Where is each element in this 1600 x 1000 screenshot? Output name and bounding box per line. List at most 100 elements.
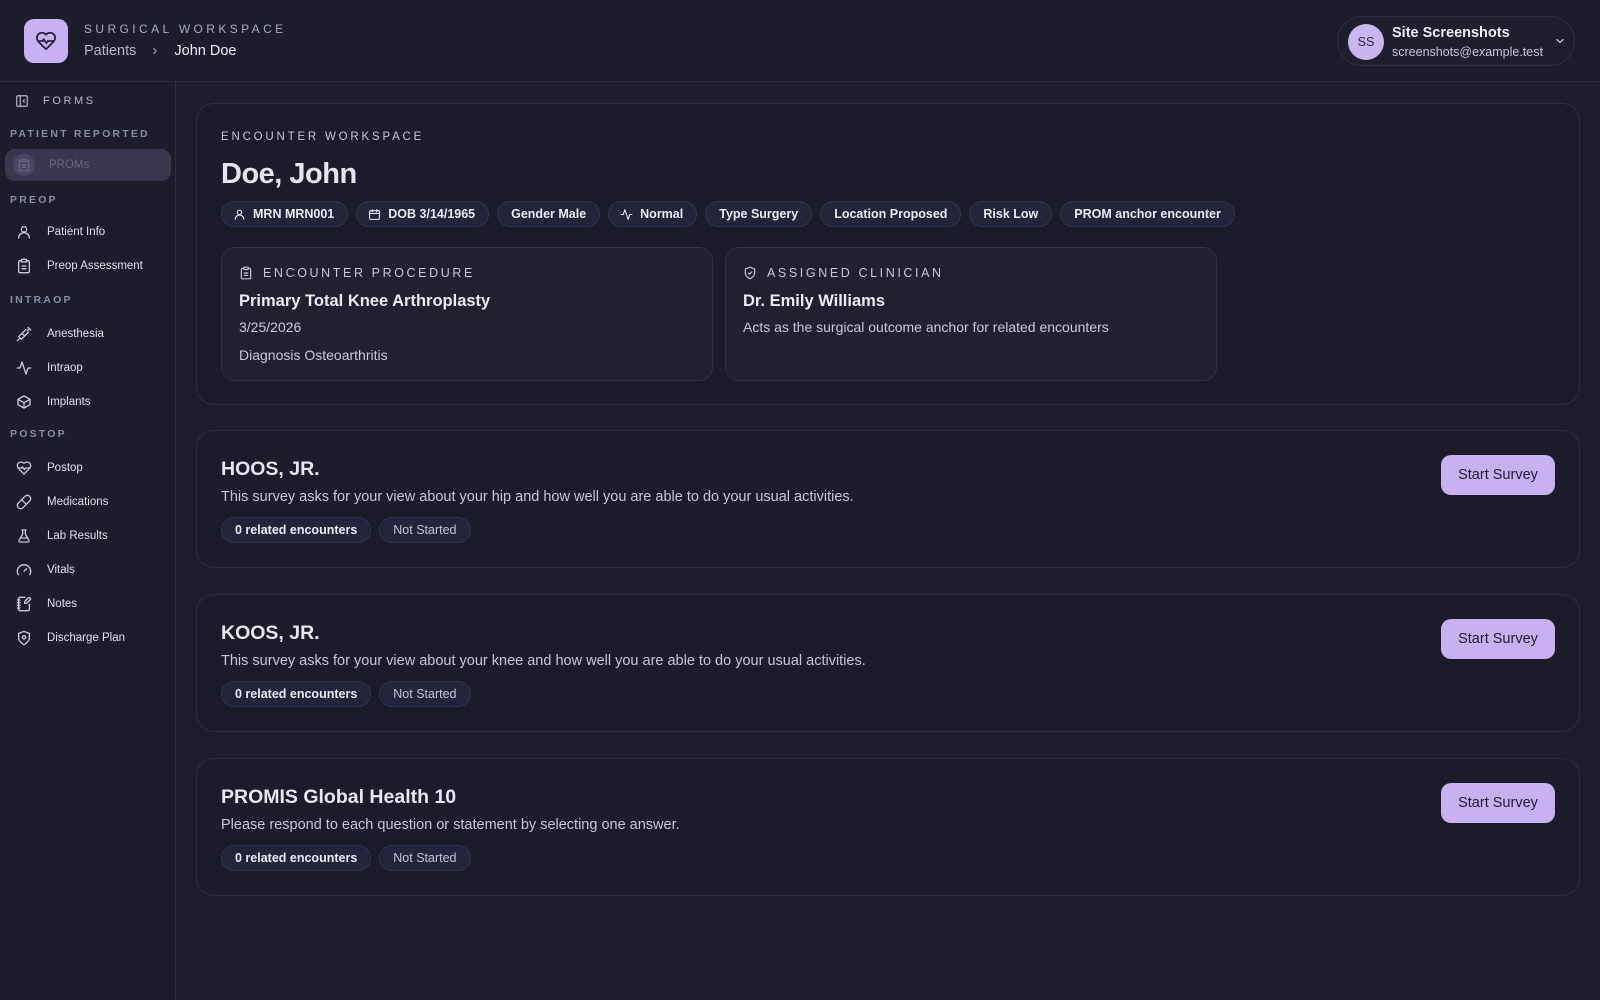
sidebar-item-intraop[interactable]: Intraop bbox=[5, 352, 171, 384]
pill-icon bbox=[15, 493, 33, 511]
dob-chip: DOB 3/14/1965 bbox=[356, 201, 490, 227]
heart-pulse-icon bbox=[35, 31, 57, 51]
user-name: Site Screenshots bbox=[1392, 25, 1510, 41]
sidebar-item-medications[interactable]: Medications bbox=[5, 486, 171, 518]
sidebar-item-lab-results[interactable]: Lab Results bbox=[5, 520, 171, 552]
type-chip: Type Surgery bbox=[705, 201, 813, 227]
sidebar-item-patient-info[interactable]: Patient Info bbox=[5, 216, 171, 248]
encounter-card: ENCOUNTER WORKSPACE Doe, John MRN MRN001… bbox=[196, 103, 1580, 405]
clinician-card: ASSIGNED CLINICIAN Dr. Emily Williams Ac… bbox=[725, 247, 1217, 381]
survey-card-koos: KOOS, JR. This survey asks for your view… bbox=[196, 594, 1580, 732]
app-eyebrow: SURGICAL WORKSPACE bbox=[84, 22, 287, 36]
risk-chip: Risk Low bbox=[969, 201, 1053, 227]
survey-description: This survey asks for your view about you… bbox=[221, 653, 866, 669]
sidebar-item-label: Medications bbox=[47, 496, 109, 508]
chevron-right-icon bbox=[150, 46, 160, 56]
survey-chips: 0 related encounters Not Started bbox=[221, 845, 471, 871]
box-icon bbox=[15, 393, 33, 411]
flask-icon bbox=[15, 527, 33, 545]
user-email: screenshots@example.test bbox=[1392, 45, 1543, 59]
survey-status-chip: Not Started bbox=[379, 845, 471, 871]
sidebar-item-label: Postop bbox=[47, 462, 83, 474]
sidebar-item-label: Implants bbox=[47, 396, 91, 408]
survey-title: PROMIS Global Health 10 bbox=[221, 786, 457, 808]
procedure-diagnosis: Diagnosis Osteoarthritis bbox=[239, 347, 388, 363]
sidebar-item-postop[interactable]: Postop bbox=[5, 452, 171, 484]
start-survey-button[interactable]: Start Survey bbox=[1441, 783, 1555, 823]
survey-card-promis: PROMIS Global Health 10 Please respond t… bbox=[196, 758, 1580, 896]
survey-title: KOOS, JR. bbox=[221, 622, 320, 644]
survey-description: Please respond to each question or state… bbox=[221, 817, 680, 833]
breadcrumb-current: John Doe bbox=[174, 43, 237, 59]
app-header: SURGICAL WORKSPACE Patients John Doe SS … bbox=[0, 0, 1600, 82]
notebook-icon bbox=[15, 595, 33, 613]
breadcrumb: Patients John Doe bbox=[84, 43, 236, 59]
clipboard-icon bbox=[15, 257, 33, 275]
user-menu-button[interactable]: SS Site Screenshots screenshots@example.… bbox=[1337, 16, 1575, 66]
shield-check-icon bbox=[743, 266, 757, 280]
avatar: SS bbox=[1348, 24, 1384, 60]
sidebar-item-label: Discharge Plan bbox=[47, 632, 125, 644]
survey-status-chip: Not Started bbox=[379, 517, 471, 543]
survey-chips: 0 related encounters Not Started bbox=[221, 681, 471, 707]
survey-status-chip: Not Started bbox=[379, 681, 471, 707]
clipboard-icon bbox=[13, 154, 35, 176]
patient-name: Doe, John bbox=[221, 158, 357, 190]
procedure-eyebrow-label: ENCOUNTER PROCEDURE bbox=[263, 266, 475, 280]
sidebar-item-notes[interactable]: Notes bbox=[5, 588, 171, 620]
syringe-icon bbox=[15, 325, 33, 343]
sidebar-section-intraop: INTRAOP bbox=[10, 294, 73, 306]
start-survey-button[interactable]: Start Survey bbox=[1441, 455, 1555, 495]
start-survey-button[interactable]: Start Survey bbox=[1441, 619, 1555, 659]
sidebar-section-preop: PREOP bbox=[10, 194, 58, 206]
related-encounters-chip: 0 related encounters bbox=[221, 517, 372, 543]
chevron-down-icon bbox=[1554, 35, 1566, 47]
sidebar-item-implants[interactable]: Implants bbox=[5, 386, 171, 418]
clipboard-icon bbox=[239, 266, 253, 280]
sidebar-item-label: PROMs bbox=[49, 159, 90, 171]
prom-anchor-chip: PROM anchor encounter bbox=[1060, 201, 1235, 227]
sidebar-item-label: Lab Results bbox=[47, 530, 108, 542]
survey-description: This survey asks for your view about you… bbox=[221, 489, 854, 505]
sidebar-item-proms[interactable]: PROMs bbox=[5, 149, 171, 181]
mrn-value: MRN MRN001 bbox=[253, 207, 335, 221]
sidebar-item-discharge-plan[interactable]: Discharge Plan bbox=[5, 622, 171, 654]
procedure-eyebrow: ENCOUNTER PROCEDURE bbox=[239, 266, 475, 280]
sidebar-item-label: Anesthesia bbox=[47, 328, 104, 340]
survey-title: HOOS, JR. bbox=[221, 458, 320, 480]
location-chip: Location Proposed bbox=[820, 201, 962, 227]
mrn-chip: MRN MRN001 bbox=[221, 201, 349, 227]
procedure-title: Primary Total Knee Arthroplasty bbox=[239, 292, 491, 310]
breadcrumb-patients-link[interactable]: Patients bbox=[84, 43, 136, 59]
clinician-note: Acts as the surgical outcome anchor for … bbox=[743, 319, 1109, 335]
sidebar: FORMS PATIENT REPORTED PROMs PREOP Patie… bbox=[0, 82, 176, 1000]
user-icon bbox=[15, 223, 33, 241]
encounter-chips: MRN MRN001 DOB 3/14/1965 Gender Male Nor… bbox=[221, 201, 1235, 227]
sidebar-toggle-button[interactable]: FORMS bbox=[15, 94, 96, 108]
sidebar-item-label: Vitals bbox=[47, 564, 75, 576]
sidebar-item-preop-assessment[interactable]: Preop Assessment bbox=[5, 250, 171, 282]
sidebar-toggle-label: FORMS bbox=[43, 95, 96, 107]
survey-card-hoos: HOOS, JR. This survey asks for your view… bbox=[196, 430, 1580, 568]
encounter-eyebrow: ENCOUNTER WORKSPACE bbox=[221, 131, 425, 143]
clinician-name: Dr. Emily Williams bbox=[743, 292, 885, 310]
app-logo[interactable] bbox=[24, 19, 68, 63]
sidebar-section-postop: POSTOP bbox=[10, 428, 67, 440]
activity-icon bbox=[620, 208, 633, 221]
gender-chip: Gender Male bbox=[497, 201, 601, 227]
sidebar-item-anesthesia[interactable]: Anesthesia bbox=[5, 318, 171, 350]
clinician-eyebrow-label: ASSIGNED CLINICIAN bbox=[767, 266, 944, 280]
procedure-card: ENCOUNTER PROCEDURE Primary Total Knee A… bbox=[221, 247, 713, 381]
user-icon bbox=[233, 208, 246, 221]
activity-icon bbox=[15, 359, 33, 377]
status-value: Normal bbox=[640, 207, 684, 221]
related-encounters-chip: 0 related encounters bbox=[221, 845, 372, 871]
procedure-date: 3/25/2026 bbox=[239, 319, 302, 335]
sidebar-item-label: Intraop bbox=[47, 362, 83, 374]
sidebar-item-vitals[interactable]: Vitals bbox=[5, 554, 171, 586]
dob-value: DOB 3/14/1965 bbox=[388, 207, 476, 221]
panel-left-icon bbox=[15, 94, 29, 108]
calendar-icon bbox=[368, 208, 381, 221]
sidebar-item-label: Patient Info bbox=[47, 226, 106, 238]
gauge-icon bbox=[15, 561, 33, 579]
